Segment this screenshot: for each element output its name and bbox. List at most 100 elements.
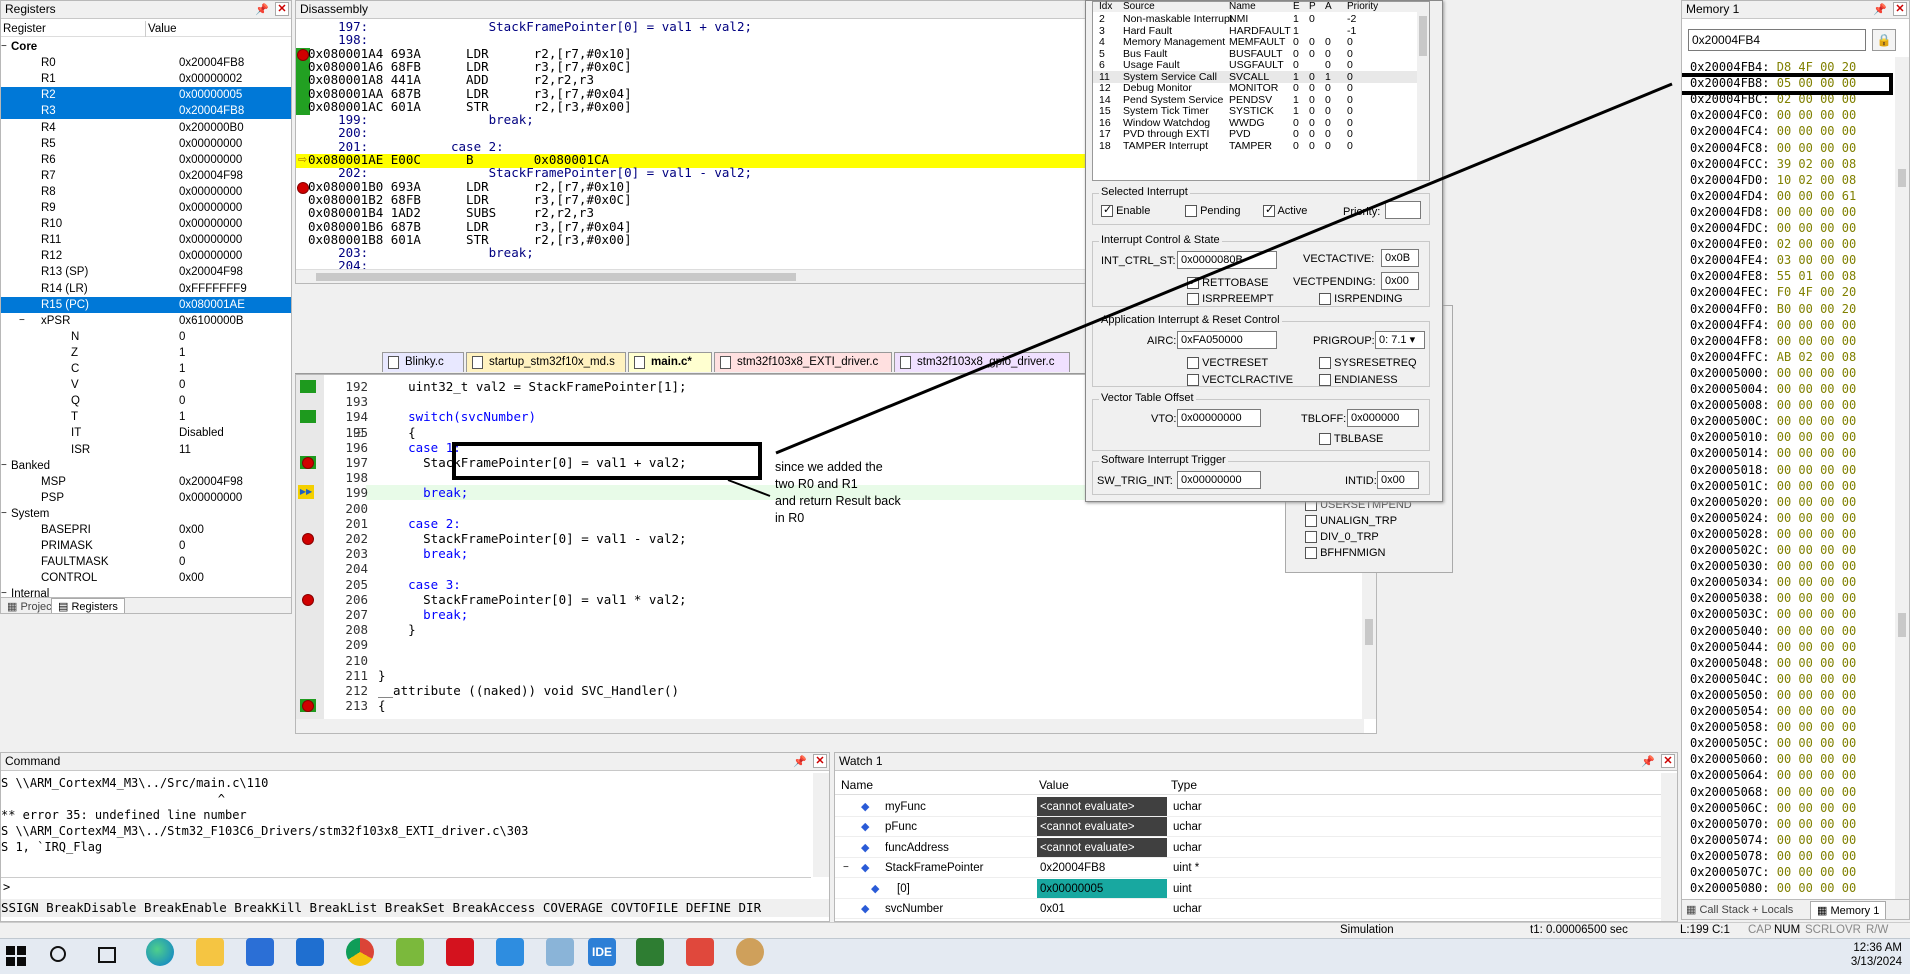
watch-row[interactable]: ◆ pFunc <cannot evaluate> uchar bbox=[835, 817, 1661, 838]
ide-icon[interactable]: IDE bbox=[588, 938, 616, 966]
memory-row[interactable]: 0x20004FC8: 00 00 00 00 bbox=[1690, 140, 1856, 156]
memory-row[interactable]: 0x2000500C: 00 00 00 00 bbox=[1690, 413, 1856, 429]
command-input[interactable]: > bbox=[1, 877, 811, 895]
memory-row[interactable]: 0x20005008: 00 00 00 00 bbox=[1690, 397, 1856, 413]
pin-icon[interactable]: 📌 bbox=[1873, 3, 1887, 16]
memory-row[interactable]: 0x20005040: 00 00 00 00 bbox=[1690, 623, 1856, 639]
memory-address: 0x20004FE8: bbox=[1690, 269, 1770, 284]
memory-row[interactable]: 0x2000506C: 00 00 00 00 bbox=[1690, 800, 1856, 816]
windows-start-icon[interactable] bbox=[6, 946, 26, 966]
mail-icon[interactable] bbox=[296, 938, 324, 966]
paint-icon[interactable] bbox=[736, 938, 764, 966]
memory-row[interactable]: 0x20005020: 00 00 00 00 bbox=[1690, 494, 1856, 510]
tab-memory1[interactable]: ▦ Memory 1 bbox=[1810, 901, 1887, 919]
memory-row[interactable]: 0x20005068: 00 00 00 00 bbox=[1690, 784, 1856, 800]
snipping-icon[interactable] bbox=[686, 938, 714, 966]
memory-row[interactable]: 0x20005038: 00 00 00 00 bbox=[1690, 590, 1856, 606]
watch-value[interactable]: 0x00000005 bbox=[1037, 878, 1167, 898]
close-icon[interactable]: ✕ bbox=[1661, 754, 1675, 768]
memory-row[interactable]: 0x20004FE4: 03 00 00 00 bbox=[1690, 252, 1856, 268]
memory-vscroll[interactable] bbox=[1895, 57, 1909, 903]
watch-row[interactable]: ◆ myFunc <cannot evaluate> uchar bbox=[835, 797, 1661, 817]
memory-row[interactable]: 0x20004FDC: 00 00 00 00 bbox=[1690, 220, 1856, 236]
memory-row[interactable]: 0x2000504C: 00 00 00 00 bbox=[1690, 671, 1856, 687]
memory-row[interactable]: 0x20004FC4: 00 00 00 00 bbox=[1690, 123, 1856, 139]
watch-row[interactable]: ◆ [0] 0x00000005 uint bbox=[835, 878, 1661, 899]
memory-row[interactable]: 0x20004FF4: 00 00 00 00 bbox=[1690, 317, 1856, 333]
watch-value[interactable]: 0x01 bbox=[1037, 899, 1167, 918]
memory-row[interactable]: 0x2000505C: 00 00 00 00 bbox=[1690, 735, 1856, 751]
memory-row[interactable]: 0x20005078: 00 00 00 00 bbox=[1690, 848, 1856, 864]
keil-icon[interactable] bbox=[636, 938, 664, 966]
memory-row[interactable]: 0x20005050: 00 00 00 00 bbox=[1690, 687, 1856, 703]
watch-value[interactable]: <cannot evaluate> bbox=[1037, 817, 1167, 837]
col-name[interactable]: Name bbox=[841, 775, 873, 795]
memory-row[interactable]: 0x2000502C: 00 00 00 00 bbox=[1690, 542, 1856, 558]
pin-icon[interactable]: 📌 bbox=[793, 755, 807, 768]
memory-row[interactable]: 0x20005048: 00 00 00 00 bbox=[1690, 655, 1856, 671]
memory-row[interactable]: 0x2000503C: 00 00 00 00 bbox=[1690, 606, 1856, 622]
memory-row[interactable]: 0x20005024: 00 00 00 00 bbox=[1690, 510, 1856, 526]
chrome-icon[interactable] bbox=[346, 938, 374, 966]
pin-icon[interactable]: 📌 bbox=[1641, 755, 1655, 768]
memory-row[interactable]: 0x20004FD8: 00 00 00 00 bbox=[1690, 204, 1856, 220]
memory-row[interactable]: 0x20004FF0: B0 00 00 20 bbox=[1690, 301, 1856, 317]
memory-row[interactable]: 0x20005000: 00 00 00 00 bbox=[1690, 365, 1856, 381]
watch-value[interactable]: <cannot evaluate> bbox=[1037, 837, 1167, 857]
memory-row[interactable]: 0x2000507C: 00 00 00 00 bbox=[1690, 864, 1856, 880]
memory-bytes: 00 00 00 00 bbox=[1776, 365, 1857, 380]
memory-row[interactable]: 0x20005064: 00 00 00 00 bbox=[1690, 767, 1856, 783]
watch-vscroll[interactable] bbox=[1661, 773, 1677, 921]
memory-row[interactable]: 0x20005058: 00 00 00 00 bbox=[1690, 719, 1856, 735]
memory-row[interactable]: 0x20005060: 00 00 00 00 bbox=[1690, 751, 1856, 767]
close-icon[interactable]: ✕ bbox=[813, 754, 827, 768]
memory-row[interactable]: 0x20005034: 00 00 00 00 bbox=[1690, 574, 1856, 590]
taskbar-clock[interactable]: 12:36 AM 3/13/2024 bbox=[1840, 941, 1902, 969]
watch-type: uchar bbox=[1173, 821, 1202, 834]
file-explorer-icon[interactable] bbox=[196, 938, 224, 966]
memory-bytes: 00 00 00 00 bbox=[1776, 333, 1857, 348]
expand-icon[interactable]: − bbox=[843, 858, 849, 878]
memory-row[interactable]: 0x20004FE0: 02 00 00 00 bbox=[1690, 236, 1856, 252]
acrobat-icon[interactable] bbox=[446, 938, 474, 966]
col-type[interactable]: Type bbox=[1171, 775, 1197, 795]
memory-row[interactable]: 0x20004FD0: 10 02 00 08 bbox=[1690, 172, 1856, 188]
memory-row[interactable]: 0x20004FCC: 39 02 00 08 bbox=[1690, 156, 1856, 172]
memory-row[interactable]: 0x20004FEC: F0 4F 00 20 bbox=[1690, 284, 1856, 300]
command-vscroll[interactable] bbox=[813, 773, 829, 877]
tab-call-stack[interactable]: ▦ Call Stack + Locals bbox=[1686, 903, 1793, 916]
photos-icon[interactable] bbox=[496, 938, 524, 966]
memory-row[interactable]: 0x20005028: 00 00 00 00 bbox=[1690, 526, 1856, 542]
close-icon[interactable]: ✕ bbox=[1893, 2, 1907, 16]
memory-row[interactable]: 0x2000501C: 00 00 00 00 bbox=[1690, 478, 1856, 494]
watch-row[interactable]: ◆ svcNumber 0x01 uchar bbox=[835, 899, 1661, 919]
memory-row[interactable]: 0x20005080: 00 00 00 00 bbox=[1690, 880, 1856, 896]
memory-row[interactable]: 0x20004FF8: 00 00 00 00 bbox=[1690, 333, 1856, 349]
memory-row[interactable]: 0x20004FC0: 00 00 00 00 bbox=[1690, 107, 1856, 123]
memory-row[interactable]: 0x20005018: 00 00 00 00 bbox=[1690, 462, 1856, 478]
watch-value[interactable]: 0x20004FB8 bbox=[1037, 858, 1167, 877]
memory-row[interactable]: 0x20005074: 00 00 00 00 bbox=[1690, 832, 1856, 848]
memory-row[interactable]: 0x20005004: 00 00 00 00 bbox=[1690, 381, 1856, 397]
memory-row[interactable]: 0x20005054: 00 00 00 00 bbox=[1690, 703, 1856, 719]
store-icon[interactable] bbox=[246, 938, 274, 966]
memory-row[interactable]: 0x20005010: 00 00 00 00 bbox=[1690, 429, 1856, 445]
lock-icon[interactable]: 🔒 bbox=[1872, 29, 1896, 51]
notes-icon[interactable] bbox=[546, 938, 574, 966]
memory-row[interactable]: 0x20004FD4: 00 00 00 61 bbox=[1690, 188, 1856, 204]
search-icon[interactable] bbox=[50, 946, 66, 962]
memory-row[interactable]: 0x20005014: 00 00 00 00 bbox=[1690, 445, 1856, 461]
memory-address-input[interactable]: 0x20004FB4 bbox=[1688, 29, 1866, 51]
col-value[interactable]: Value bbox=[1039, 775, 1069, 795]
memory-row[interactable]: 0x20004FFC: AB 02 00 08 bbox=[1690, 349, 1856, 365]
memory-row[interactable]: 0x20005044: 00 00 00 00 bbox=[1690, 639, 1856, 655]
edge-icon[interactable] bbox=[146, 938, 174, 966]
watch-value[interactable]: <cannot evaluate> bbox=[1037, 797, 1167, 816]
memory-row[interactable]: 0x20005030: 00 00 00 00 bbox=[1690, 558, 1856, 574]
edit-app-icon[interactable] bbox=[396, 938, 424, 966]
memory-row[interactable]: 0x20004FE8: 55 01 00 08 bbox=[1690, 268, 1856, 284]
watch-row[interactable]: − ◆ StackFramePointer 0x20004FB8 uint * bbox=[835, 858, 1661, 879]
task-view-icon[interactable] bbox=[98, 947, 116, 963]
watch-row[interactable]: ◆ funcAddress <cannot evaluate> uchar bbox=[835, 837, 1661, 858]
memory-row[interactable]: 0x20005070: 00 00 00 00 bbox=[1690, 816, 1856, 832]
